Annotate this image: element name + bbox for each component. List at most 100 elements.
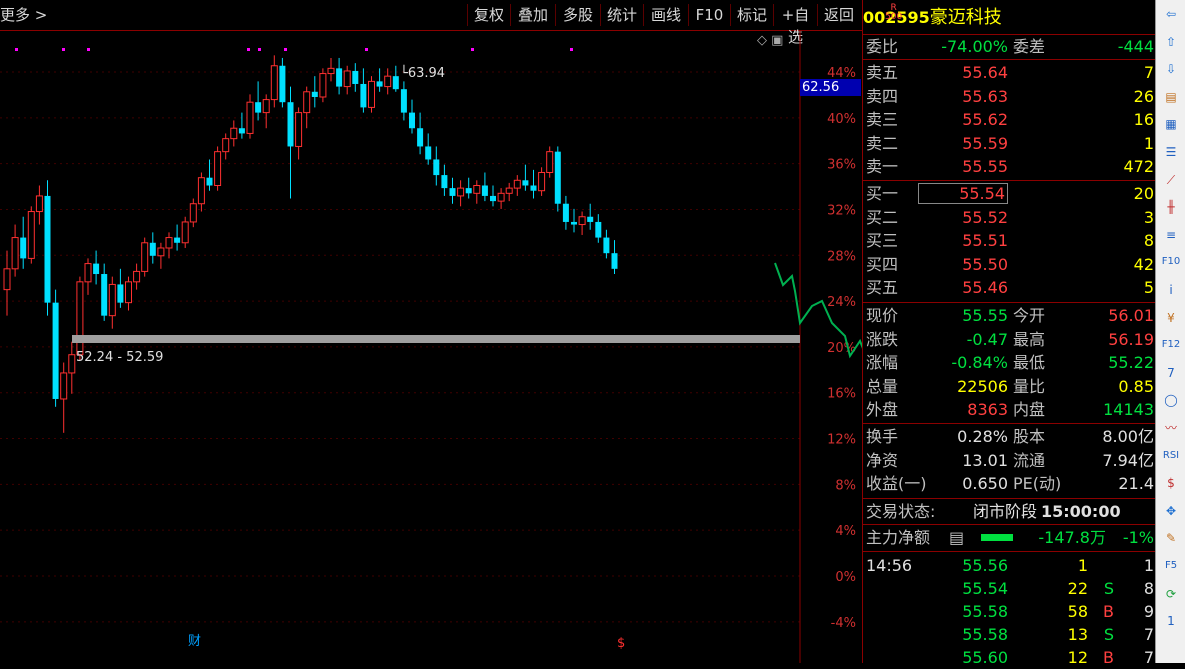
candle [133, 263, 141, 290]
tick-row: 14:56 55.56 1 1 [863, 554, 1156, 577]
candle [44, 180, 51, 316]
more-button[interactable]: 更多 > [0, 4, 47, 25]
wave-icon[interactable]: 〰 [1160, 418, 1182, 438]
toolbar-button-3[interactable]: 统计 [600, 4, 643, 26]
f7-icon[interactable]: 7 [1160, 363, 1182, 383]
report-icon[interactable]: ▤ [1160, 87, 1182, 107]
refresh-icon[interactable]: ⟳ [1160, 584, 1182, 604]
f12-icon[interactable]: F12 [1160, 335, 1182, 355]
candle [530, 169, 537, 199]
finance-marker[interactable]: 财 [188, 634, 201, 649]
bid-volume: 8 [1143, 231, 1154, 250]
chart-line-icon[interactable]: ⟋ [1160, 170, 1182, 190]
stat-value: -0.84% [951, 353, 1008, 372]
candle [270, 55, 278, 108]
move-icon[interactable]: ✥ [1160, 501, 1182, 521]
dollar-icon[interactable]: $ [1160, 473, 1182, 493]
stat2-value: 0.28% [957, 427, 1008, 446]
weibi-row: 委比 -74.00% 委差 -444 [863, 35, 1156, 58]
candle [108, 276, 116, 329]
stat-value: -0.47 [966, 329, 1008, 349]
main-force-row: 主力净额 ▤ -147.8万 -1% [863, 526, 1156, 549]
signal-dot [87, 48, 90, 51]
stat2-value: 7.94亿 [1102, 450, 1154, 470]
candle [522, 164, 529, 191]
pen-icon[interactable]: ✎ [1160, 528, 1182, 548]
axis-tick-label: 0% [835, 570, 856, 585]
tool-sidebar: ⇦ ⇧ ⇩ ▤ ▦ ☰ ⟋ ╫ ≡ F10 i ¥ F12 7 ◯ 〰 RSI $ ✥ ✎ F5 ⟳ 1 [1155, 0, 1185, 663]
stat-value: 8363 [967, 400, 1008, 419]
tick-row: 55.58 13 S 7 [863, 623, 1156, 646]
candle [352, 63, 359, 92]
f10-icon[interactable]: F10 [1160, 252, 1182, 272]
tick-count: 1 [1143, 556, 1154, 575]
dollar-marker[interactable]: $ [617, 636, 625, 651]
divider [863, 551, 1156, 552]
candle [360, 68, 367, 113]
bid-price: 55.46 [962, 278, 1008, 297]
tick-flag: S [1103, 579, 1114, 598]
main-force-icon[interactable]: ▤ [949, 526, 964, 549]
tick-time: 14:56 [866, 556, 913, 575]
bid-label: 买五 [866, 278, 899, 297]
ask-row: 卖五 55.64 7 [863, 61, 1156, 84]
toolbar-button-8[interactable]: 返回 [817, 4, 860, 26]
toolbar-button-5[interactable]: F10 [688, 4, 730, 26]
grid-icon[interactable]: ▦ [1160, 114, 1182, 134]
candle [295, 107, 303, 160]
candle [441, 164, 448, 196]
info-icon[interactable]: i [1160, 280, 1182, 300]
toolbar-button-1[interactable]: 叠加 [510, 4, 555, 26]
candle [76, 276, 84, 360]
candle-icon[interactable]: ╫ [1160, 197, 1182, 217]
stat-label: 量比 [1013, 376, 1046, 396]
tick-flag: S [1103, 625, 1114, 644]
toolbar-button-6[interactable]: 标记 [730, 4, 773, 26]
toolbar-button-2[interactable]: 多股 [555, 4, 600, 26]
one-icon[interactable]: 1 [1160, 611, 1182, 631]
candle [303, 86, 311, 129]
f5-icon[interactable]: F5 [1160, 556, 1182, 576]
toolbar-button-4[interactable]: 画线 [643, 4, 688, 26]
toolbar-button-7[interactable]: +自选 [773, 4, 817, 46]
stat-label: 今开 [1013, 306, 1046, 325]
ask-price: 55.59 [962, 133, 1008, 153]
ask-label: 卖二 [866, 133, 899, 153]
arrow-up-icon[interactable]: ⇧ [1160, 32, 1182, 52]
kline-chart[interactable]: 44%40%36%32%28%24%20%16%12%8%4%0%-4%52.2… [0, 31, 862, 663]
divider [863, 524, 1156, 525]
candle [587, 203, 594, 230]
range-label: 52.24 - 52.59 [76, 350, 163, 365]
chart-toolbar: 更多 > 复权 叠加 多股 统计 画线 F10 标记 +自选 返回 [0, 0, 862, 46]
arrow-left-icon[interactable]: ⇦ [1160, 4, 1182, 24]
stat-label: 最低 [1013, 353, 1046, 372]
chart-mini-icons[interactable]: ◇ ▣ [757, 33, 783, 48]
candle [554, 146, 561, 212]
candle [230, 120, 238, 147]
candle [101, 263, 108, 321]
divider [863, 423, 1156, 424]
table-icon[interactable]: ☰ [1160, 142, 1182, 162]
circle-icon[interactable]: ◯ [1160, 390, 1182, 410]
tick-count: 8 [1143, 579, 1154, 598]
candle [538, 167, 546, 196]
candle [465, 177, 472, 199]
list-icon[interactable]: ≡ [1160, 225, 1182, 245]
main-force-bar [981, 534, 1013, 541]
arrow-down-icon[interactable]: ⇩ [1160, 59, 1182, 79]
money-icon[interactable]: ¥ [1160, 308, 1182, 328]
toolbar-button-0[interactable]: 复权 [467, 4, 510, 26]
stat2-label: 净资 [866, 450, 899, 470]
candle [327, 57, 335, 82]
chart-area[interactable]: 更多 > 复权 叠加 多股 统计 画线 F10 标记 +自选 返回 44% 40% 36% 32% 28… [0, 0, 862, 663]
signal-dot [15, 48, 18, 51]
price-tag: 62.56 [800, 79, 861, 96]
candle [262, 94, 270, 129]
candle [68, 341, 76, 394]
candle [457, 180, 465, 207]
signal-dot [570, 48, 573, 51]
rsi-icon[interactable]: RSI [1160, 446, 1182, 466]
candle [449, 177, 456, 204]
candle [117, 268, 124, 308]
ask-volume: 472 [1123, 157, 1154, 176]
